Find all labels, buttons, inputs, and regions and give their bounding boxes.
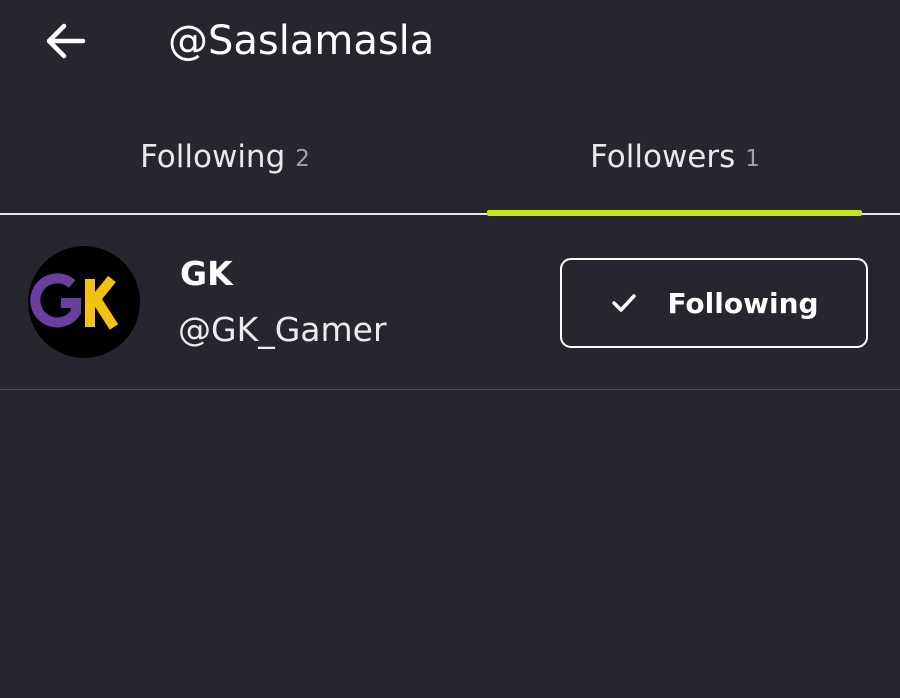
- row-divider: [0, 389, 900, 390]
- arrow-left-icon: [46, 23, 86, 59]
- check-icon: [609, 288, 639, 318]
- page-title: @Saslamasla: [168, 18, 435, 64]
- tab-label: Followers: [590, 139, 736, 175]
- tab-following[interactable]: Following 2: [0, 110, 450, 216]
- list-item[interactable]: GK @GK_Gamer Following: [0, 216, 900, 389]
- user-name: GK: [180, 254, 233, 293]
- tab-followers[interactable]: Followers 1: [450, 110, 900, 216]
- tab-label: Following: [140, 139, 286, 175]
- following-button-label: Following: [667, 286, 819, 320]
- user-handle: @GK_Gamer: [178, 310, 387, 349]
- back-button[interactable]: [40, 18, 90, 64]
- tab-count: 2: [295, 146, 310, 172]
- top-bar: @Saslamasla: [0, 0, 900, 90]
- tab-count: 1: [745, 146, 760, 172]
- avatar[interactable]: [28, 246, 140, 358]
- following-button[interactable]: Following: [560, 258, 868, 348]
- tab-bar: Following 2 Followers 1: [0, 110, 900, 216]
- avatar-logo: [30, 273, 119, 330]
